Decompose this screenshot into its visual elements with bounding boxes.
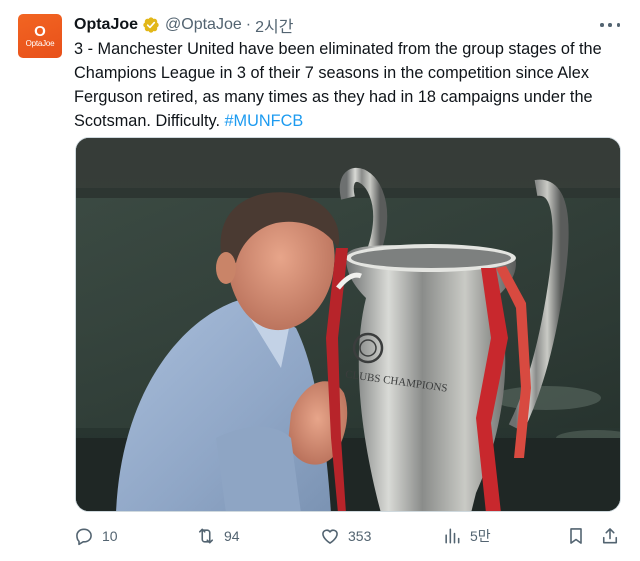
display-name[interactable]: OptaJoe [74, 16, 138, 34]
photo-ferguson-kissing-trophy: CLUBS CHAMPIONS [76, 138, 620, 511]
reply-icon [76, 528, 92, 546]
reply-count: 10 [102, 528, 118, 544]
view-count: 5만 [470, 528, 491, 544]
avatar-logo-text: OptaJoe [25, 38, 55, 48]
like-icon [322, 529, 338, 544]
share-icon [602, 528, 618, 544]
tweet-photo[interactable]: CLUBS CHAMPIONS [75, 137, 621, 512]
avatar[interactable]: O OptaJoe [18, 14, 62, 58]
separator-dot: · [245, 16, 252, 33]
bookmark-icon [570, 528, 582, 544]
bookmark-button[interactable] [566, 524, 586, 548]
share-button[interactable] [600, 524, 620, 548]
hashtag-link[interactable]: #MUNFCB [225, 112, 304, 130]
retweet-button[interactable]: 94 [196, 524, 240, 548]
tweet[interactable]: O OptaJoe OptaJoe @OptaJoe · 2시간 3 - Man… [0, 0, 640, 561]
reply-button[interactable]: 10 [74, 524, 118, 548]
like-button[interactable]: 353 [320, 524, 371, 548]
tweet-text: 3 - Manchester United have been eliminat… [74, 37, 622, 133]
tweet-actions: 10 94 353 5만 [74, 524, 622, 548]
views-button[interactable]: 5만 [442, 524, 491, 548]
tweet-header: OptaJoe @OptaJoe · 2시간 [74, 14, 614, 36]
timestamp[interactable]: 2시간 [255, 13, 293, 37]
like-count: 353 [348, 528, 372, 544]
more-icon[interactable] [600, 18, 620, 32]
handle[interactable]: @OptaJoe [165, 16, 242, 34]
tweet-body: 3 - Manchester United have been eliminat… [74, 40, 602, 130]
views-icon [445, 528, 460, 544]
verified-badge-icon[interactable] [142, 16, 160, 34]
retweet-count: 94 [224, 528, 240, 544]
retweet-icon [198, 528, 214, 544]
avatar-logo-mark: O [34, 22, 46, 40]
